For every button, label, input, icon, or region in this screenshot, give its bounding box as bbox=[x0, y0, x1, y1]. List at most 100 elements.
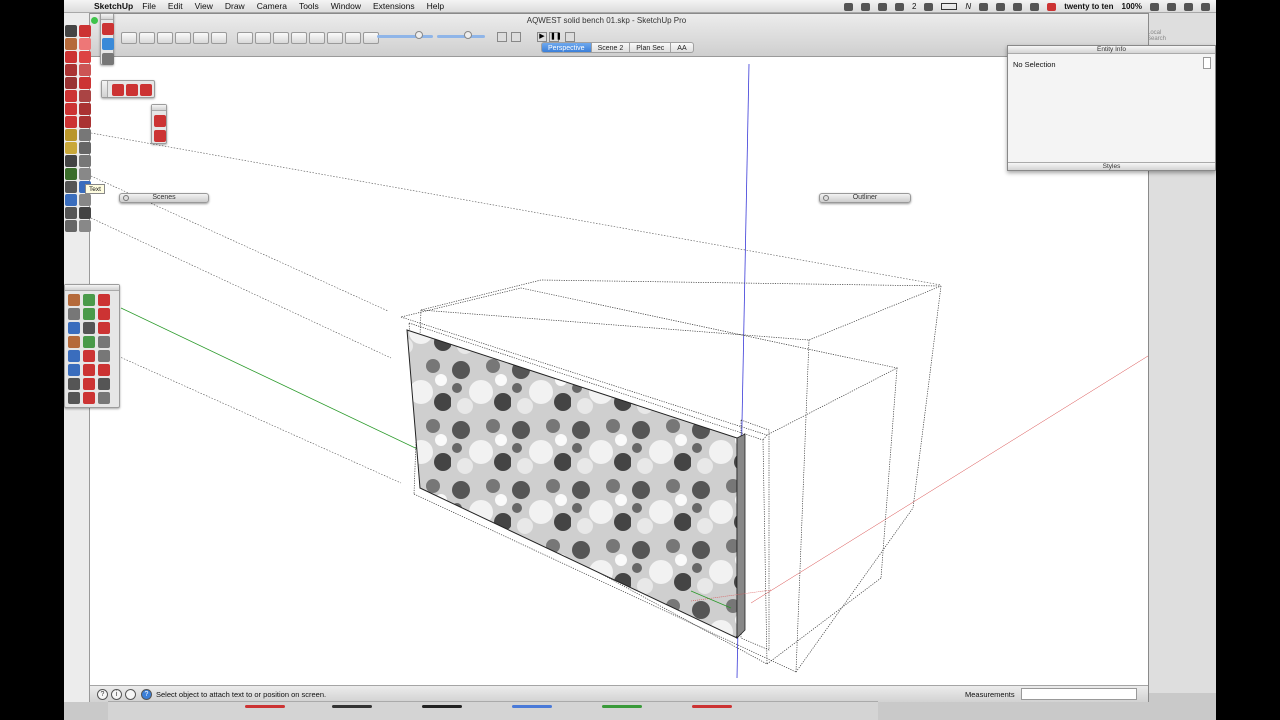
status-icon[interactable] bbox=[894, 2, 904, 11]
instructor-icon[interactable]: ? bbox=[141, 689, 152, 700]
orbit-icon[interactable] bbox=[65, 168, 77, 180]
credits-icon[interactable]: i bbox=[111, 689, 122, 700]
extension-warehouse-icon[interactable] bbox=[102, 53, 114, 65]
section-plane-icon[interactable] bbox=[154, 115, 166, 127]
modeling-viewport[interactable] bbox=[91, 58, 1148, 685]
styles-panel-title[interactable]: Styles bbox=[1008, 162, 1215, 170]
dock-item[interactable] bbox=[332, 705, 372, 708]
app-menu[interactable]: SketchUp bbox=[94, 1, 133, 11]
freehand-icon[interactable] bbox=[79, 77, 91, 89]
style-wireframe-button[interactable] bbox=[255, 32, 271, 44]
tab-plan-sec[interactable]: Plan Sec bbox=[630, 42, 672, 53]
section-cut-icon[interactable] bbox=[154, 130, 166, 142]
battery-percent[interactable]: 100% bbox=[1122, 2, 1142, 11]
instructor-tool-icon[interactable] bbox=[98, 364, 110, 376]
zoom-extents-icon[interactable] bbox=[65, 194, 77, 206]
soften-icon[interactable] bbox=[83, 364, 95, 376]
tab-perspective[interactable]: Perspective bbox=[541, 42, 592, 53]
scale-figure-icon[interactable] bbox=[68, 392, 80, 404]
outer-shell-icon[interactable] bbox=[112, 84, 124, 96]
dock-item[interactable] bbox=[512, 705, 552, 708]
menu-camera[interactable]: Camera bbox=[257, 1, 287, 11]
layer-icon[interactable] bbox=[83, 322, 95, 334]
offset-icon[interactable] bbox=[79, 116, 91, 128]
section-button[interactable] bbox=[363, 32, 379, 44]
record-button[interactable] bbox=[565, 32, 575, 42]
menu-extensions[interactable]: Extensions bbox=[373, 1, 415, 11]
zoom-icon[interactable] bbox=[65, 181, 77, 193]
view-right-button[interactable] bbox=[175, 32, 191, 44]
scenes-panel[interactable]: Scenes bbox=[119, 193, 209, 203]
style-xray-button[interactable] bbox=[237, 32, 253, 44]
scene-icon[interactable] bbox=[98, 350, 110, 362]
protractor-icon[interactable] bbox=[65, 142, 77, 154]
wifi-icon[interactable] bbox=[1013, 2, 1023, 11]
dimension-icon[interactable] bbox=[79, 129, 91, 141]
tab-aa[interactable]: AA bbox=[671, 42, 694, 53]
pause-icon[interactable]: ❚❚ bbox=[549, 32, 562, 42]
previous-view-icon[interactable] bbox=[79, 194, 91, 206]
previous-scene-button[interactable] bbox=[497, 32, 507, 42]
section-plane-icon[interactable] bbox=[79, 220, 91, 232]
style-textured-button[interactable] bbox=[309, 32, 325, 44]
entity-toggle-button[interactable] bbox=[1203, 57, 1211, 69]
circle-icon[interactable] bbox=[65, 64, 77, 76]
location-letter[interactable]: N bbox=[965, 2, 971, 11]
arc-icon[interactable] bbox=[79, 64, 91, 76]
tab-scene-2[interactable]: Scene 2 bbox=[591, 42, 631, 53]
share-model-icon[interactable] bbox=[102, 38, 114, 50]
rectangle-icon[interactable] bbox=[65, 51, 77, 63]
warehouse-icon[interactable] bbox=[102, 23, 114, 35]
airplay-icon[interactable] bbox=[924, 2, 934, 11]
units-icon[interactable] bbox=[98, 378, 110, 390]
battery-icon[interactable] bbox=[1150, 2, 1159, 11]
add-detail-icon[interactable] bbox=[98, 308, 110, 320]
component-icon[interactable] bbox=[98, 322, 110, 334]
shadow-time-slider[interactable] bbox=[377, 35, 433, 38]
spotlight-icon[interactable] bbox=[1184, 2, 1193, 11]
move-icon[interactable] bbox=[65, 90, 77, 102]
close-icon[interactable] bbox=[823, 195, 829, 201]
play-icon[interactable]: ▶ bbox=[537, 32, 547, 42]
menu-edit[interactable]: Edit bbox=[168, 1, 183, 11]
photo-match-icon[interactable] bbox=[83, 392, 95, 404]
position-camera-icon[interactable] bbox=[65, 207, 77, 219]
marble-slab-edge[interactable] bbox=[736, 433, 746, 639]
menu-file[interactable]: File bbox=[142, 1, 156, 11]
menu-help[interactable]: Help bbox=[427, 1, 444, 11]
status-icon[interactable] bbox=[843, 2, 853, 11]
measurements-input[interactable] bbox=[1021, 688, 1137, 700]
scale-icon[interactable] bbox=[65, 116, 77, 128]
display-icon[interactable] bbox=[941, 3, 958, 10]
marble-slab-face[interactable] bbox=[406, 329, 738, 639]
user-sign-in-icon[interactable] bbox=[125, 689, 136, 700]
sandbox-contours-icon[interactable] bbox=[68, 294, 80, 306]
status-count[interactable]: 2 bbox=[912, 2, 916, 11]
smoove-icon[interactable] bbox=[98, 294, 110, 306]
flip-edge-icon[interactable] bbox=[68, 322, 80, 334]
stamp-icon[interactable] bbox=[68, 308, 80, 320]
3d-text-icon[interactable] bbox=[79, 155, 91, 167]
view-top-button[interactable] bbox=[139, 32, 155, 44]
material-icon[interactable] bbox=[68, 336, 80, 348]
shadow-time-knob[interactable] bbox=[415, 31, 423, 39]
tape-measure-icon[interactable] bbox=[65, 129, 77, 141]
text-tool-icon[interactable] bbox=[79, 142, 91, 154]
intersect-icon[interactable] bbox=[126, 84, 138, 96]
view-back-button[interactable] bbox=[193, 32, 209, 44]
eraser-icon[interactable] bbox=[79, 38, 91, 50]
outliner-icon[interactable] bbox=[68, 364, 80, 376]
user-icon[interactable] bbox=[1167, 2, 1176, 11]
geolocation-icon[interactable]: ? bbox=[97, 689, 108, 700]
union-icon[interactable] bbox=[140, 84, 152, 96]
style-backedges-button[interactable] bbox=[345, 32, 361, 44]
shadow-icon[interactable] bbox=[83, 350, 95, 362]
make-component-icon[interactable] bbox=[79, 25, 91, 37]
dock-item[interactable] bbox=[245, 705, 285, 708]
pan-icon[interactable] bbox=[79, 168, 91, 180]
time-machine-icon[interactable] bbox=[979, 2, 989, 11]
geo-icon[interactable] bbox=[83, 378, 95, 390]
dock-item[interactable] bbox=[422, 705, 462, 708]
style-icon[interactable] bbox=[98, 336, 110, 348]
view-left-button[interactable] bbox=[211, 32, 227, 44]
